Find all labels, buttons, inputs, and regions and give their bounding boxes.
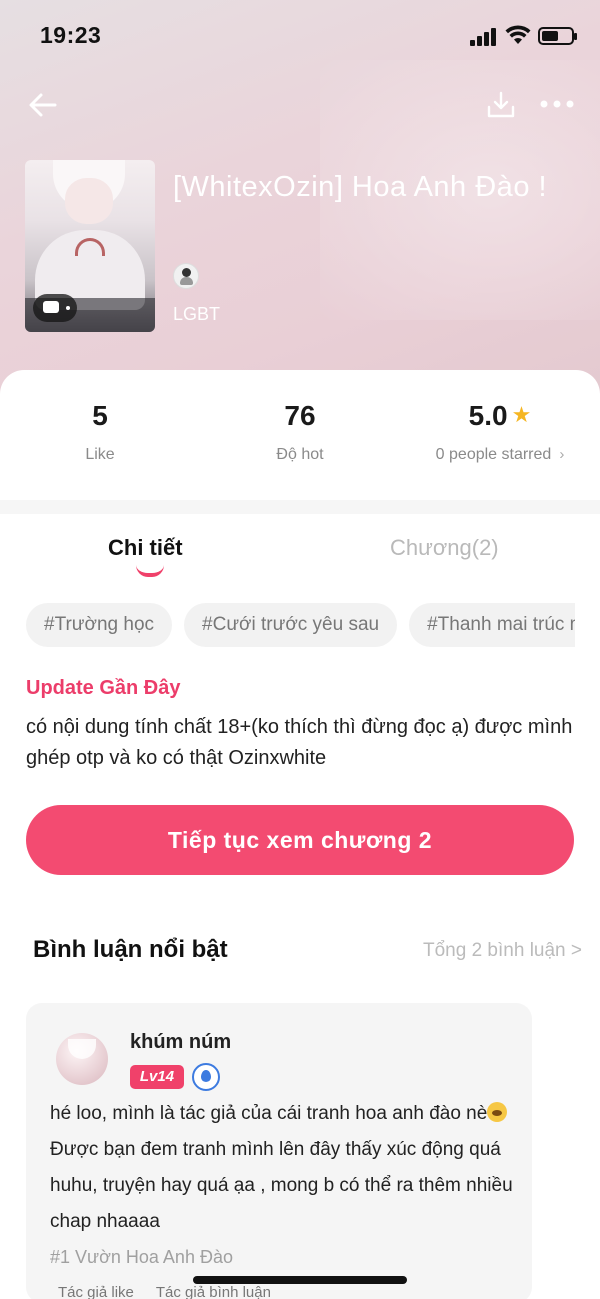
battery-icon	[538, 27, 577, 45]
section-divider	[0, 500, 600, 514]
avatar[interactable]	[56, 1033, 108, 1085]
stat-hot: 76 Độ hot	[250, 400, 350, 464]
like-label: Like	[85, 446, 115, 463]
author-like-label: Tác giả like	[58, 1284, 134, 1299]
commenter-name[interactable]: khúm núm	[130, 1031, 231, 1054]
like-count: 5	[92, 400, 108, 431]
more-icon[interactable]	[538, 94, 576, 114]
comment-meta: Tác giả like Tác giả bình luận	[58, 1284, 293, 1299]
star-icon: ★	[511, 402, 532, 427]
rating-value: 5.0	[468, 400, 508, 431]
hot-count: 76	[284, 400, 316, 431]
tag-list: #Trường học #Cưới trước yêu sau #Thanh mai…	[26, 603, 575, 647]
home-indicator[interactable]	[193, 1276, 407, 1284]
tag-chip[interactable]: #Cưới trước yêu sau	[184, 603, 398, 647]
status-bar: 19:23	[0, 0, 600, 72]
comment-text-part: Được bạn đem tranh mình lên đây thấy xúc…	[50, 1139, 513, 1232]
stat-like: 5 Like	[60, 400, 140, 464]
status-time: 19:23	[40, 22, 102, 48]
download-icon[interactable]	[486, 90, 516, 120]
medal-icon	[192, 1063, 220, 1091]
tab-chapter[interactable]: Chương(2)	[390, 535, 499, 561]
continue-reading-button[interactable]: Tiếp tục xem chương 2	[26, 805, 574, 875]
stat-rating[interactable]: 5.0 ★ 0 people starred ›	[420, 400, 580, 464]
comment-card[interactable]: khúm núm Lv14 hé loo, mình là tác giả củ…	[26, 1003, 532, 1299]
level-badge: Lv14	[130, 1065, 184, 1089]
author-avatar-icon[interactable]	[173, 263, 199, 289]
rating-label: 0 people starred	[435, 446, 552, 463]
comment-source[interactable]: #1 Vườn Hoa Anh Đào	[50, 1247, 233, 1268]
back-arrow-icon[interactable]	[26, 88, 60, 122]
wifi-icon	[505, 25, 531, 44]
update-label: Update Gần Đây	[26, 677, 181, 699]
pleading-face-emoji-icon	[487, 1102, 508, 1122]
chevron-right-icon: ›	[559, 446, 565, 463]
tag-chip[interactable]: #Thanh mai trúc mã	[409, 603, 575, 647]
book-title: [WhitexOzin] Hoa Anh Đào !	[173, 171, 548, 203]
book-cover[interactable]	[25, 160, 155, 332]
hot-label: Độ hot	[276, 446, 324, 463]
comment-text-part: hé loo, mình là tác giả của cái tranh ho…	[50, 1103, 488, 1124]
comment-bubble-icon	[33, 294, 77, 322]
total-comments-link[interactable]: Tổng 2 bình luận >	[423, 940, 582, 962]
stats-card: 5 Like 76 Độ hot 5.0 ★ 0 people starred ›	[0, 370, 600, 500]
genre-label: LGBT	[173, 304, 221, 324]
cellular-signal-icon	[470, 28, 498, 46]
active-tab-indicator	[136, 565, 164, 577]
tab-detail[interactable]: Chi tiết	[108, 535, 183, 561]
featured-comments-title: Bình luận nổi bật	[33, 936, 228, 963]
author-comment-label: Tác giả bình luận	[155, 1284, 271, 1299]
comment-text: hé loo, mình là tác giả của cái tranh ho…	[50, 1096, 520, 1240]
tag-chip[interactable]: #Trường học	[26, 603, 173, 647]
book-description: có nội dung tính chất 18+(ko thích thì đ…	[26, 716, 573, 769]
